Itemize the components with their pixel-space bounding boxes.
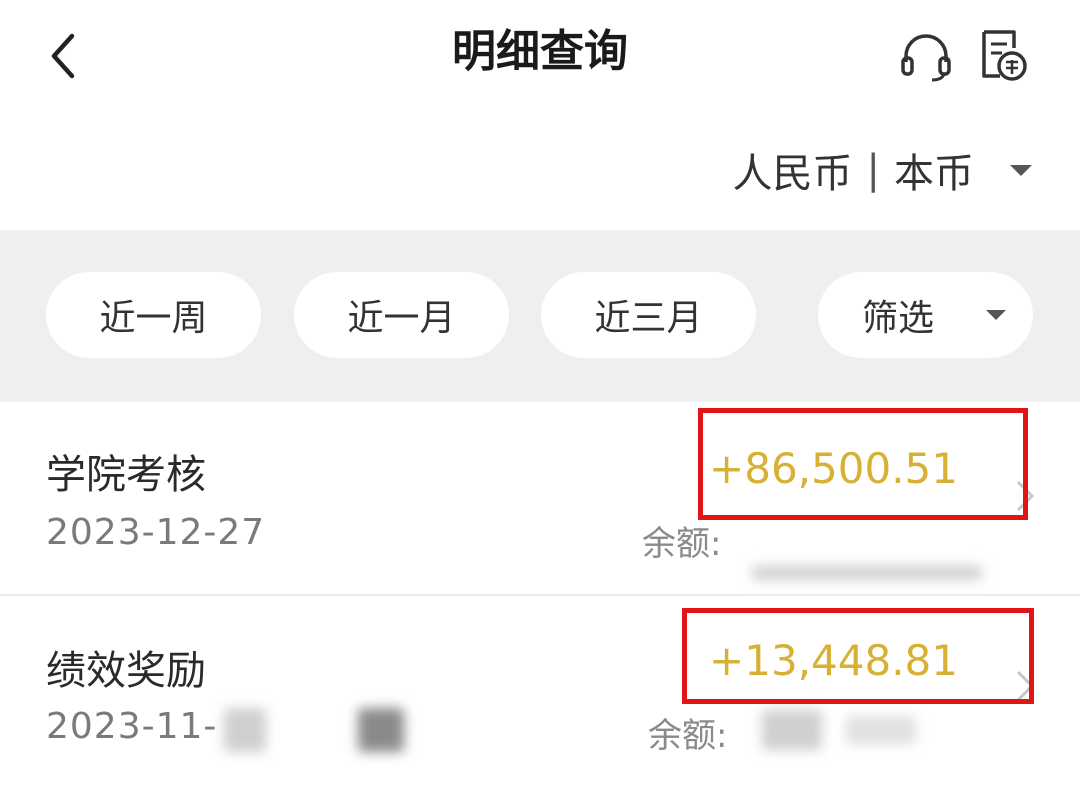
transaction-date: 2023-11- [46, 706, 218, 747]
filter-bar: 近一周 近一月 近三月 筛选 [0, 230, 1080, 402]
balance-label: 余额: [648, 716, 728, 756]
filter-chip-label: 近一月 [347, 298, 456, 339]
caret-down-icon [986, 310, 1007, 320]
transaction-title: 学院考核 [46, 452, 206, 498]
currency-separator: | [866, 147, 880, 193]
currency-selector[interactable]: 人民币 | 本币 [733, 140, 1032, 200]
redacted-date [224, 708, 266, 752]
highlight-box [698, 408, 1028, 520]
export-document-icon [982, 30, 1027, 81]
filter-chip-label: 近三月 [594, 298, 703, 339]
redacted-balance [752, 566, 982, 580]
filter-chip-three-months[interactable]: 近三月 [541, 272, 756, 358]
redacted-balance [846, 716, 916, 744]
filter-chip-label: 近一周 [99, 298, 208, 339]
filter-dropdown-button[interactable]: 筛选 [818, 272, 1033, 358]
caret-down-icon [1010, 164, 1032, 176]
transaction-row[interactable]: 绩效奖励 2023-11- +13,448.81 余额: [0, 596, 1080, 788]
filter-chip-week[interactable]: 近一周 [46, 272, 261, 358]
headset-icon [901, 34, 951, 82]
transaction-date: 2023-12-27 [46, 512, 266, 553]
filter-dropdown-label: 筛选 [862, 298, 935, 339]
export-button[interactable] [974, 24, 1030, 84]
currency-label: 人民币 [732, 151, 853, 197]
redacted-balance [762, 710, 822, 750]
transaction-row[interactable]: 学院考核 2023-12-27 +86,500.51 余额: [0, 402, 1080, 596]
filter-chip-month[interactable]: 近一月 [294, 272, 509, 358]
balance-label: 余额: [642, 524, 722, 564]
highlight-box [682, 608, 1034, 704]
top-nav-bar: 明细查询 [0, 0, 1080, 110]
transaction-title: 绩效奖励 [46, 648, 206, 694]
customer-service-button[interactable] [896, 26, 956, 86]
redacted-block [358, 708, 404, 752]
currency-sub-label: 本币 [894, 151, 974, 197]
